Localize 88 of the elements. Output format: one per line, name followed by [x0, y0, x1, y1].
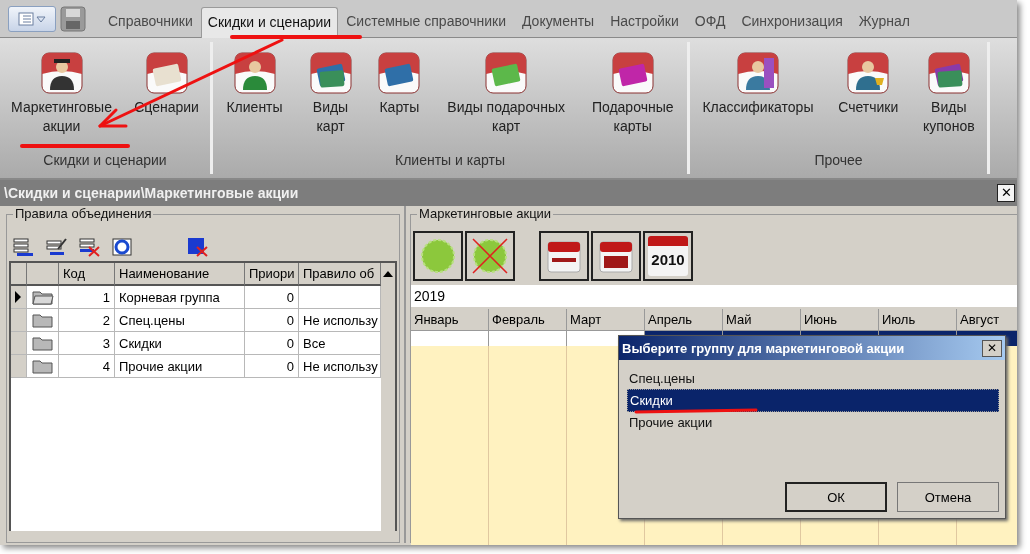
person-trophy-icon: [847, 52, 890, 94]
ribbon-tab[interactable]: Документы: [514, 13, 603, 37]
delete-all-icon[interactable]: [187, 237, 209, 257]
table-cell: 0: [245, 355, 299, 378]
close-button[interactable]: ✕: [997, 184, 1015, 202]
column-header[interactable]: Наименование: [115, 263, 245, 286]
person-cards-icon: [736, 52, 779, 94]
ribbon-button[interactable]: Клиенты: [226, 52, 283, 117]
group-label: Прочее: [813, 152, 864, 170]
gift-card-icon: [485, 52, 528, 94]
graduate-icon: [40, 52, 83, 94]
table-cell: Прочие акции: [115, 355, 245, 378]
toolbar-button[interactable]: 2010: [643, 231, 693, 281]
gift-card-icon: [611, 52, 654, 94]
ribbon-tab[interactable]: Скидки и сценарии: [200, 7, 339, 38]
edit-row-icon[interactable]: [46, 237, 68, 257]
calendar-cell[interactable]: [411, 331, 489, 346]
refresh-icon[interactable]: [112, 237, 134, 257]
ribbon-tab[interactable]: Системные справочники: [338, 13, 514, 37]
list-item[interactable]: Прочие акции: [627, 412, 999, 433]
list-item[interactable]: Скидки: [627, 389, 999, 412]
column-header[interactable]: Код: [59, 263, 115, 286]
ribbon-button[interactable]: Счетчики: [838, 52, 899, 117]
month-header: Август: [957, 309, 1017, 331]
ribbon-button[interactable]: Подарочные карты: [591, 52, 674, 136]
ribbon-button[interactable]: Виды подарочных карт: [447, 52, 565, 136]
toolbar-button[interactable]: [413, 231, 463, 281]
header-corner: [11, 263, 27, 286]
app-menu-button[interactable]: [8, 6, 56, 32]
month-header: Март: [567, 309, 645, 331]
add-row-icon[interactable]: [13, 237, 35, 257]
panel-title: Маркетинговые акции: [417, 206, 554, 221]
dialog-title: Выберите группу для маркетинговой акции: [622, 340, 905, 356]
column-header[interactable]: Правило об: [299, 263, 381, 286]
sale-badge-icon: [418, 236, 458, 276]
calendar-cell[interactable]: [489, 331, 567, 346]
group-label: Клиенты и карты: [394, 152, 506, 170]
column-header[interactable]: Приори: [245, 263, 299, 286]
ribbon-tab[interactable]: Справочники: [100, 13, 201, 37]
delete-row-icon[interactable]: [79, 237, 101, 257]
table-cell: 2: [59, 309, 115, 332]
table-cell: Корневая группа: [115, 286, 245, 309]
month-header: Май: [723, 309, 801, 331]
documents-icon: [145, 52, 188, 94]
crossed-sale-badge-icon: [470, 236, 510, 276]
month-header: Июнь: [801, 309, 879, 331]
ribbon-button[interactable]: Виды купонов: [923, 52, 975, 136]
ribbon-button[interactable]: Виды карт: [309, 52, 352, 136]
dialog-button[interactable]: ОК: [785, 482, 887, 512]
month-header: Январь: [411, 309, 489, 331]
cards-icon: [309, 52, 352, 94]
close-button[interactable]: ✕: [982, 339, 1002, 357]
ribbon-button[interactable]: Карты: [378, 52, 421, 117]
cards-icon: [927, 52, 970, 94]
table-cell: 0: [245, 332, 299, 355]
column-header[interactable]: [27, 263, 59, 286]
group-label: Скидки и сценарии: [42, 152, 168, 170]
month-header: Апрель: [645, 309, 723, 331]
table-cell: 1: [59, 286, 115, 309]
save-icon[interactable]: [60, 6, 86, 32]
table-cell: 4: [59, 355, 115, 378]
table-cell: 0: [245, 286, 299, 309]
ribbon-button[interactable]: Классификаторы: [702, 52, 814, 117]
month-header: Июль: [879, 309, 957, 331]
window-title: \Скидки и сценарии\Маркетинговые акции: [4, 185, 299, 201]
ribbon-tab[interactable]: Журнал: [850, 13, 918, 37]
toolbar-button[interactable]: [591, 231, 641, 281]
ribbon-tab[interactable]: ОФД: [686, 13, 734, 37]
panel-title: Правила объединения: [13, 206, 154, 221]
person-icon: [233, 52, 276, 94]
toolbar-button[interactable]: [465, 231, 515, 281]
year-field[interactable]: 2019: [411, 285, 1017, 307]
ribbon-tab[interactable]: Настройки: [602, 13, 687, 37]
table-cell: 0: [245, 309, 299, 332]
table-cell: Спец.цены: [115, 309, 245, 332]
scroll-up-icon[interactable]: [383, 270, 393, 278]
list-icon: [18, 12, 46, 26]
ribbon-button[interactable]: Маркетинговые акции: [11, 52, 112, 136]
ribbon-tab[interactable]: Синхронизация: [733, 13, 851, 37]
month-header: Февраль: [489, 309, 567, 331]
dialog-button[interactable]: Отмена: [897, 482, 999, 512]
list-item[interactable]: Спец.цены: [627, 368, 999, 389]
toolbar-button[interactable]: [539, 231, 589, 281]
table-cell: Скидки: [115, 332, 245, 355]
scrollbar[interactable]: [381, 263, 395, 531]
row-indicator[interactable]: [11, 286, 27, 309]
table-cell: 3: [59, 332, 115, 355]
card-icon: [378, 52, 421, 94]
